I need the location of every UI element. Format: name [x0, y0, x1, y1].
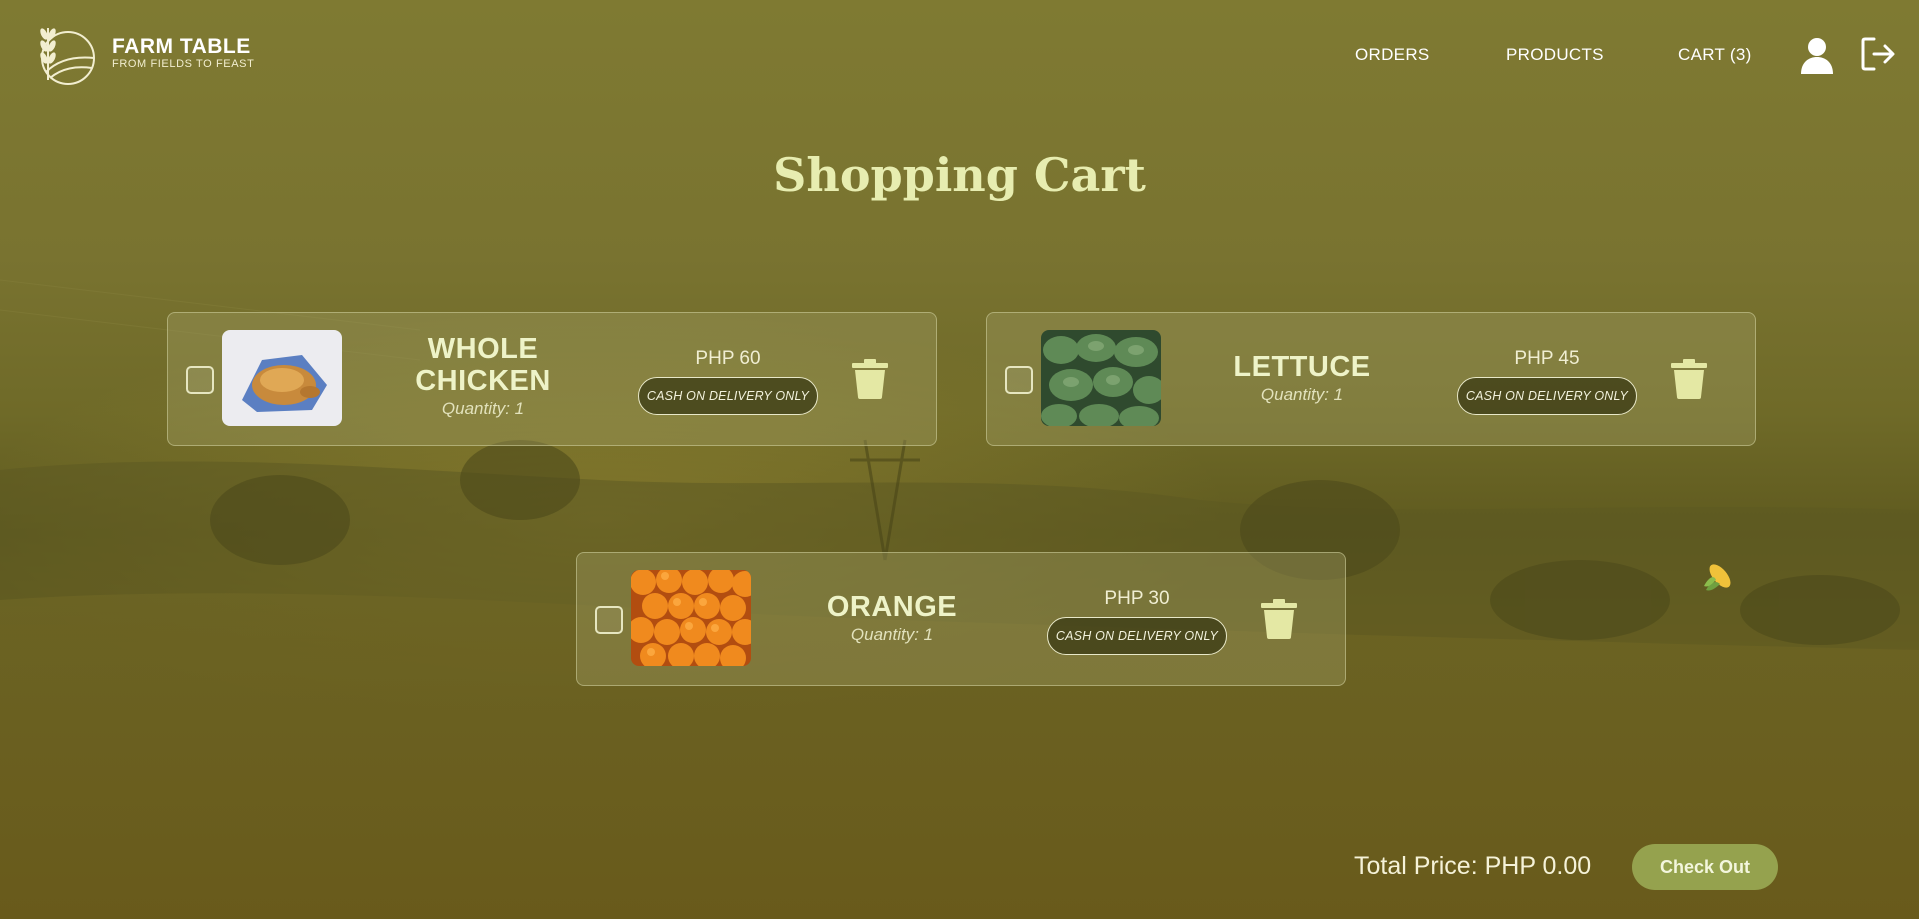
user-icon[interactable]: [1799, 36, 1835, 74]
item-name: LETTUCE: [1233, 351, 1371, 383]
top-nav-bar: FARM TABLE FROM FIELDS TO FEAST ORDERS P…: [0, 0, 1919, 110]
nav-products[interactable]: PRODUCTS: [1506, 45, 1604, 65]
item-price: PHP 60: [695, 348, 761, 369]
corn-icon: [1704, 564, 1731, 591]
item-quantity: Quantity: 1: [1260, 385, 1344, 404]
payment-badge: CASH ON DELIVERY ONLY: [1047, 617, 1227, 655]
brand-tagline: FROM FIELDS TO FEAST: [112, 57, 255, 70]
product-image-chicken: [222, 330, 342, 426]
cart-item-lettuce: LETTUCE Quantity: 1 PHP 45 CASH ON DELIV…: [986, 312, 1756, 446]
total-price: Total Price: PHP 0.00: [1354, 852, 1592, 880]
wheat-field-logo-icon: [40, 28, 95, 85]
nav-cart[interactable]: CART (3): [1678, 45, 1752, 65]
trash-icon[interactable]: [852, 359, 888, 399]
item-name: ORANGE: [826, 591, 958, 623]
item-quantity: Quantity: 1: [850, 625, 934, 644]
field-background: [0, 279, 1919, 919]
page-title: Shopping Cart: [773, 148, 1146, 202]
product-image-orange: [631, 570, 751, 666]
item-select-checkbox[interactable]: [595, 606, 623, 634]
brand-name: FARM TABLE: [112, 34, 251, 58]
product-image-lettuce: [1041, 330, 1161, 426]
cart-item-orange: ORANGE Quantity: 1 PHP 30 CASH ON DELIVE…: [576, 552, 1346, 686]
logout-icon[interactable]: [1860, 36, 1896, 72]
item-quantity: Quantity: 1: [441, 399, 525, 418]
cart-item-whole-chicken: WHOLE CHICKEN Quantity: 1 PHP 60 CASH ON …: [167, 312, 937, 446]
checkout-button[interactable]: Check Out: [1632, 844, 1778, 890]
item-select-checkbox[interactable]: [186, 366, 214, 394]
trash-icon[interactable]: [1261, 599, 1297, 639]
trash-icon[interactable]: [1671, 359, 1707, 399]
item-select-checkbox[interactable]: [1005, 366, 1033, 394]
brand-logo[interactable]: FARM TABLE FROM FIELDS TO FEAST: [34, 20, 254, 86]
payment-badge: CASH ON DELIVERY ONLY: [1457, 377, 1637, 415]
item-price: PHP 30: [1104, 588, 1170, 609]
payment-badge: CASH ON DELIVERY ONLY: [638, 377, 818, 415]
item-name: WHOLE CHICKEN: [415, 333, 551, 397]
item-price: PHP 45: [1514, 348, 1580, 369]
nav-orders[interactable]: ORDERS: [1355, 45, 1430, 65]
